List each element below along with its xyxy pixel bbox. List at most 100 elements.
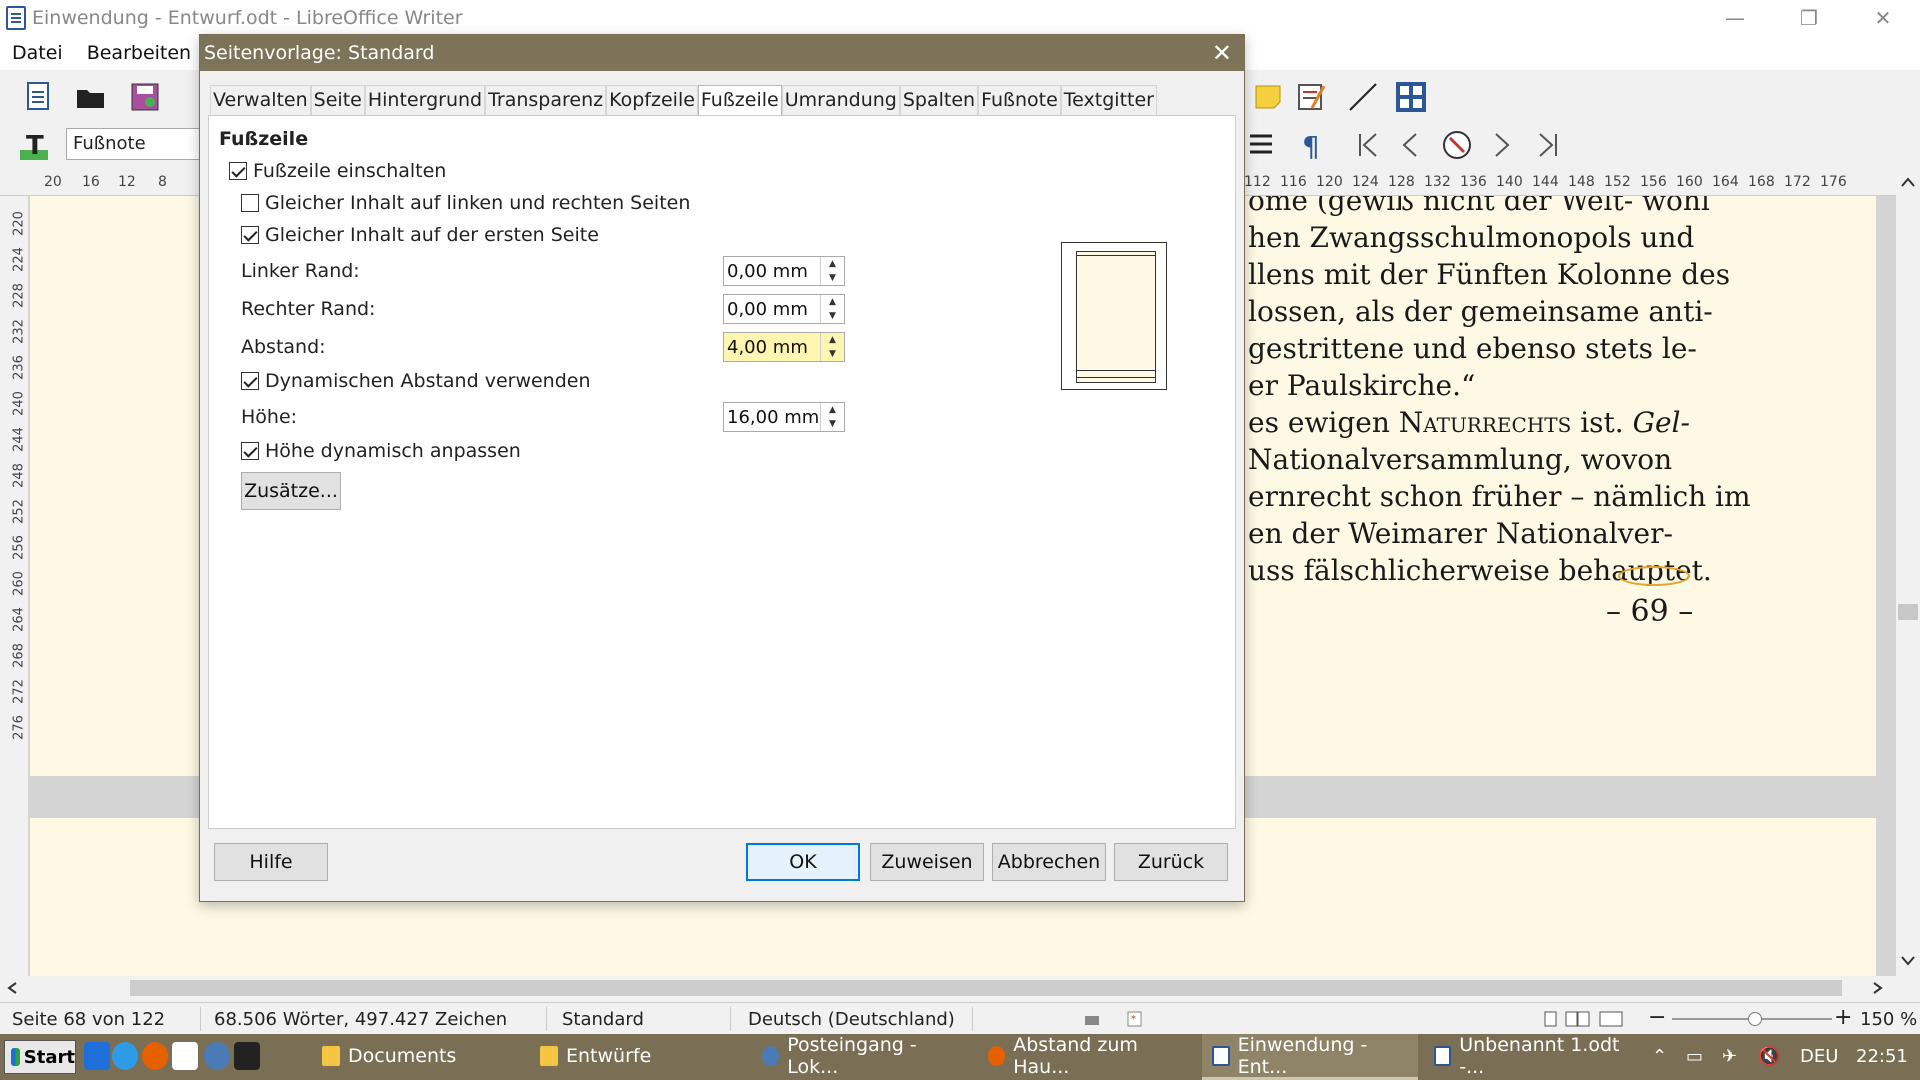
tab-spalten[interactable]: Spalten (899, 85, 979, 115)
thunderbird-quick-icon[interactable] (204, 1042, 230, 1070)
dialog-close-icon[interactable]: ✕ (1212, 39, 1232, 67)
clock[interactable]: 22:51 (1856, 1046, 1908, 1067)
taskbar-item-firefox[interactable]: Abstand zum Hau... (978, 1034, 1192, 1080)
spacing-field[interactable]: ▲▼ (723, 332, 845, 362)
vertical-ruler[interactable]: 220 224 228 232 236 240 244 248 252 256 … (0, 196, 28, 976)
paragraph-style-box[interactable]: Fußnote (66, 128, 206, 160)
tab-kopfzeile[interactable]: Kopfzeile (606, 85, 698, 115)
height-input[interactable] (724, 403, 820, 431)
comment-icon[interactable] (1252, 80, 1286, 114)
tab-umrandung[interactable]: Umrandung (781, 85, 900, 115)
height-field[interactable]: ▲▼ (723, 402, 845, 432)
right-margin-field[interactable]: ▲▼ (723, 294, 845, 324)
footer-on-row[interactable]: Fußzeile einschalten (229, 160, 446, 182)
zoom-in-icon[interactable]: + (1834, 1005, 1852, 1030)
line-draw-icon[interactable] (1346, 80, 1380, 114)
styles-icon[interactable]: T (18, 128, 52, 162)
spin-down-icon[interactable]: ▼ (821, 309, 844, 323)
list-icon[interactable] (1246, 128, 1280, 162)
tab-seite[interactable]: Seite (310, 85, 365, 115)
autofit-checkbox[interactable] (241, 442, 259, 460)
start-button[interactable]: Start (4, 1040, 76, 1074)
previous-page-icon[interactable] (1394, 128, 1428, 162)
page-count[interactable]: Seite 68 von 122 (12, 1009, 165, 1030)
horizontal-scrollbar[interactable] (0, 976, 1896, 1000)
spin-up-icon[interactable]: ▲ (821, 257, 844, 271)
battery-icon[interactable]: ▭ (1686, 1046, 1703, 1067)
same-first-checkbox[interactable] (241, 226, 259, 244)
tab-fussnote[interactable]: Fußnote (978, 85, 1061, 115)
scroll-left-icon[interactable] (6, 981, 18, 995)
footer-on-checkbox[interactable] (229, 162, 247, 180)
taskbar-item-documents[interactable]: Documents (312, 1034, 526, 1080)
spin-down-icon[interactable]: ▼ (821, 347, 844, 361)
navigator-icon[interactable] (1440, 128, 1474, 162)
menu-datei[interactable]: Datei (0, 42, 75, 64)
writer-quick-icon[interactable] (172, 1042, 198, 1070)
vertical-scrollbar[interactable] (1896, 168, 1920, 976)
book-quick-icon[interactable] (234, 1042, 260, 1070)
volume-muted-icon[interactable]: 🔇 (1758, 1046, 1780, 1067)
restore-button[interactable]: ❐ (1772, 0, 1846, 36)
spin-up-icon[interactable]: ▲ (821, 333, 844, 347)
spin-up-icon[interactable]: ▲ (821, 403, 844, 417)
dialog-titlebar[interactable]: Seitenvorlage: Standard ✕ (200, 35, 1244, 71)
track-changes-icon[interactable] (1294, 80, 1328, 114)
save-icon[interactable] (128, 80, 162, 114)
tab-hintergrund[interactable]: Hintergrund (364, 85, 486, 115)
spin-down-icon[interactable]: ▼ (821, 417, 844, 431)
language-status[interactable]: Deutsch (Deutschland) (748, 1009, 955, 1030)
tab-fusszeile[interactable]: Fußzeile (697, 85, 782, 117)
ok-button[interactable]: OK (746, 843, 860, 881)
taskbar-item-unbenannt[interactable]: Unbenannt 1.odt -... (1424, 1034, 1640, 1080)
menu-bearbeiten[interactable]: Bearbeiten (75, 42, 203, 64)
zoom-slider-handle[interactable] (1748, 1012, 1762, 1026)
left-margin-input[interactable] (724, 257, 820, 285)
document-text[interactable]: ome (gewiß nicht der Welt- wohl hen Zwan… (1248, 196, 1751, 589)
apply-button[interactable]: Zuweisen (870, 843, 984, 881)
spin-up-icon[interactable]: ▲ (821, 295, 844, 309)
tab-transparenz[interactable]: Transparenz (485, 85, 607, 115)
left-margin-field[interactable]: ▲▼ (723, 256, 845, 286)
minimize-button[interactable]: — (1698, 0, 1772, 36)
scroll-right-icon[interactable] (1872, 981, 1884, 995)
horizontal-scroll-thumb[interactable] (130, 980, 1842, 996)
new-document-icon[interactable] (22, 80, 56, 114)
dynamic-spacing-row[interactable]: Dynamischen Abstand verwenden (241, 370, 591, 392)
same-lr-checkbox[interactable] (241, 194, 259, 212)
tab-verwalten[interactable]: Verwalten (210, 85, 311, 115)
tray-chevron-icon[interactable]: ⌃ (1652, 1046, 1667, 1067)
autofit-row[interactable]: Höhe dynamisch anpassen (241, 440, 521, 462)
taskbar-item-posteingang[interactable]: Posteingang - Lok... (752, 1034, 966, 1080)
right-margin-input[interactable] (724, 295, 820, 323)
reset-button[interactable]: Zurück (1114, 843, 1228, 881)
last-page-icon[interactable] (1530, 128, 1564, 162)
taskbar-item-entwuerfe[interactable]: Entwürfe (530, 1034, 744, 1080)
ie-quick-icon[interactable] (112, 1042, 138, 1070)
spacing-input[interactable] (724, 333, 820, 361)
vertical-scroll-thumb[interactable] (1898, 604, 1918, 620)
same-first-row[interactable]: Gleicher Inhalt auf der ersten Seite (241, 224, 599, 246)
view-layout-icons[interactable] (1544, 1011, 1624, 1027)
first-page-icon[interactable] (1352, 128, 1386, 162)
input-language[interactable]: DEU (1800, 1046, 1838, 1067)
open-folder-icon[interactable] (74, 80, 108, 114)
pilcrow-icon[interactable]: ¶ (1296, 128, 1330, 162)
word-count[interactable]: 68.506 Wörter, 497.427 Zeichen (214, 1009, 507, 1030)
next-page-icon[interactable] (1484, 128, 1518, 162)
firefox-quick-icon[interactable] (142, 1042, 168, 1070)
tab-textgitter[interactable]: Textgitter (1060, 85, 1157, 115)
more-options-button[interactable]: Zusätze... (241, 472, 341, 510)
close-window-button[interactable]: ✕ (1846, 0, 1920, 36)
page-style-status[interactable]: Standard (562, 1009, 644, 1030)
zoom-out-icon[interactable]: − (1648, 1005, 1666, 1030)
scroll-up-icon[interactable] (1900, 176, 1916, 188)
shapes-icon[interactable] (1394, 80, 1428, 114)
selection-mode-icon[interactable] (1084, 1013, 1102, 1027)
same-lr-row[interactable]: Gleicher Inhalt auf linken und rechten S… (241, 192, 690, 214)
desktop-quick-icon[interactable] (84, 1042, 110, 1070)
document-modified-icon[interactable]: * (1126, 1011, 1144, 1027)
cancel-button[interactable]: Abbrechen (992, 843, 1106, 881)
dynamic-spacing-checkbox[interactable] (241, 372, 259, 390)
airplane-mode-icon[interactable]: ✈ (1722, 1046, 1737, 1067)
